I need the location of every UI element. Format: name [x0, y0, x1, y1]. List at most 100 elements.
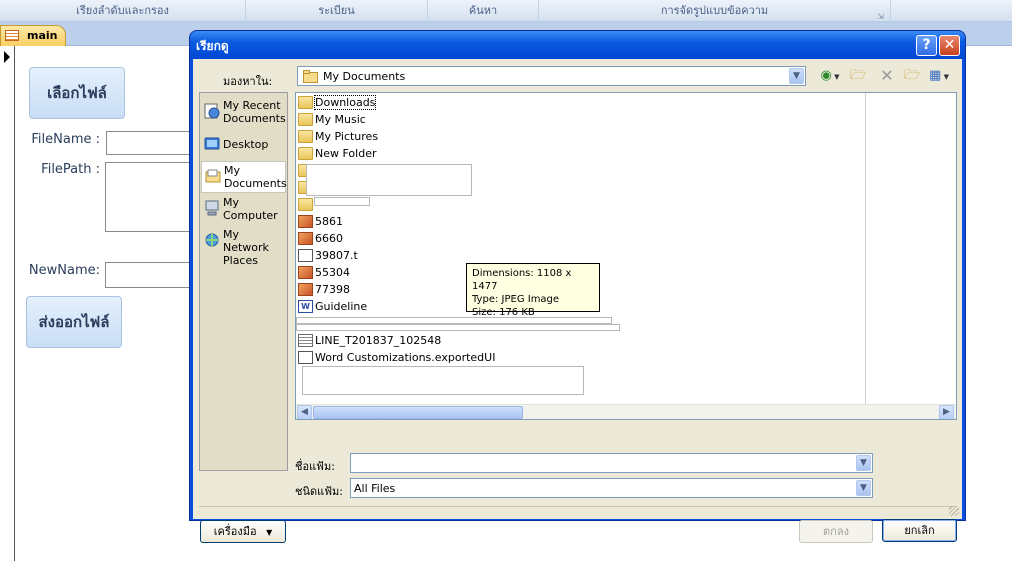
preview-pane-divider	[865, 93, 866, 404]
image-file-icon	[298, 282, 313, 296]
ribbon-group-find: ค้นหา	[428, 0, 539, 22]
scroll-left-button[interactable]: ◀	[297, 405, 312, 419]
music-folder-icon	[298, 112, 313, 126]
folder-icon	[298, 146, 313, 160]
filepath-field[interactable]	[105, 162, 195, 232]
list-item[interactable]: My Music	[298, 111, 366, 128]
dropdown-arrow-icon: ▼	[831, 73, 840, 81]
chevron-down-icon[interactable]: ▼	[789, 68, 804, 84]
place-label: My Documents	[224, 164, 287, 190]
tools-button-label: เครื่องมือ	[213, 525, 257, 538]
my-computer-icon	[205, 200, 219, 216]
file-name: My Music	[315, 113, 366, 126]
image-file-icon	[298, 214, 313, 228]
look-in-dropdown[interactable]: My Documents ▼	[297, 66, 806, 86]
chevron-down-icon[interactable]: ▼	[856, 455, 871, 471]
place-my-documents[interactable]: My Documents	[201, 161, 287, 193]
tooltip-type: Type: JPEG Image	[472, 294, 560, 305]
list-item[interactable]	[298, 196, 315, 213]
list-item[interactable]: 5861	[298, 213, 343, 230]
place-desktop[interactable]: Desktop	[201, 130, 286, 162]
select-file-button[interactable]: เลือกไฟล์	[29, 67, 125, 119]
ok-button[interactable]: ตกลง	[799, 520, 873, 543]
file-info-tooltip: Dimensions: 1108 x 1477 Type: JPEG Image…	[466, 263, 600, 318]
dropdown-arrow-icon: ▼	[266, 528, 273, 537]
file-type-select[interactable]: All Files ▼	[350, 478, 873, 498]
list-item[interactable]: My Pictures	[298, 128, 378, 145]
tab-main-label: main	[27, 29, 58, 42]
file-name: 6660	[315, 232, 343, 245]
place-label: Desktop	[223, 138, 269, 151]
help-button[interactable]: ?	[916, 35, 937, 56]
generic-file-icon	[298, 248, 313, 262]
dialog-title-bar[interactable]: เรียกดู ? ✕	[190, 31, 965, 59]
image-file-icon	[298, 231, 313, 245]
file-name-input[interactable]: ▼	[350, 453, 873, 473]
list-item[interactable]: 6660	[298, 230, 343, 247]
up-one-level-button[interactable]: 🗁	[848, 67, 868, 85]
list-item[interactable]: LINE_T201837_102548	[298, 332, 441, 349]
views-menu-button[interactable]: ▦ ▼	[926, 67, 952, 85]
places-bar: My Recent Documents Desktop My Documents…	[199, 92, 288, 471]
new-folder-icon: 🗁	[903, 68, 921, 83]
ribbon-group-records: ระเบียน	[246, 0, 428, 22]
delete-icon: ✕	[880, 66, 894, 85]
recent-documents-icon	[204, 103, 220, 119]
file-name: LINE_T201837_102548	[315, 334, 442, 347]
filename-field[interactable]	[106, 131, 196, 155]
resize-grip-icon[interactable]	[949, 506, 959, 516]
folder-icon	[298, 95, 313, 109]
text-file-icon	[298, 333, 313, 347]
list-item[interactable]: New Folder	[298, 145, 376, 162]
list-item[interactable]: Downloads	[298, 94, 377, 111]
place-my-computer[interactable]: My Computer	[201, 194, 286, 226]
file-type-label: ชนิดแฟ้ม:	[295, 485, 343, 498]
newname-label: NewName:	[28, 263, 100, 278]
delete-button[interactable]: ✕	[878, 67, 896, 85]
back-button[interactable]: ◉ ▼	[817, 67, 843, 85]
look-in-value: My Documents	[323, 70, 406, 83]
separator	[199, 506, 956, 507]
horizontal-scrollbar[interactable]: ◀ ▶	[296, 404, 956, 419]
place-my-recent-documents[interactable]: My Recent Documents	[201, 97, 286, 129]
export-file-button[interactable]: ส่งออกไฟล์	[26, 296, 122, 348]
list-item[interactable]: 39807.t	[298, 247, 358, 264]
ribbon-group-labels: เรียงลำดับและกรอง ระเบียน ค้นหา การจัดรู…	[0, 0, 1012, 22]
list-item[interactable]: W Guideline	[298, 298, 367, 315]
file-name: 5861	[315, 215, 343, 228]
filepath-label: FilePath :	[41, 162, 100, 177]
word-document-icon: W	[298, 299, 313, 313]
blank-overlay-box	[302, 366, 584, 395]
file-name: 55304	[315, 266, 350, 279]
new-folder-button[interactable]: 🗁	[902, 67, 922, 85]
chevron-down-icon[interactable]: ▼	[856, 480, 871, 496]
network-places-icon	[205, 233, 219, 247]
pictures-folder-icon	[298, 129, 313, 143]
scrollbar-thumb[interactable]	[313, 406, 523, 419]
file-type-value: All Files	[354, 482, 396, 495]
tab-main[interactable]: main	[0, 25, 66, 46]
place-my-network-places[interactable]: My Network Places	[201, 226, 286, 267]
record-selector[interactable]	[0, 46, 15, 561]
dialog-title: เรียกดู	[196, 39, 229, 53]
place-label: My Recent Documents	[223, 99, 286, 125]
image-file-icon	[298, 265, 313, 279]
list-item[interactable]: Word Customizations.exportedUI	[298, 349, 495, 366]
list-item[interactable]: 77398	[298, 281, 350, 298]
list-item[interactable]: 55304	[298, 264, 350, 281]
file-name: Guideline	[315, 300, 368, 313]
ribbon-group-sort-filter: เรียงลำดับและกรอง	[0, 0, 246, 22]
tooltip-size: Size: 176 KB	[472, 307, 535, 318]
file-name: Downloads	[313, 95, 377, 110]
form-icon	[5, 30, 19, 41]
newname-field[interactable]	[105, 262, 195, 288]
file-list[interactable]: Downloads My Music My Pictures New Folde…	[295, 92, 957, 420]
views-icon: ▦	[929, 68, 942, 83]
close-button[interactable]: ✕	[939, 35, 960, 56]
cancel-button[interactable]: ยกเลิก	[882, 519, 957, 542]
desktop-icon	[204, 137, 220, 150]
generic-file-icon	[298, 350, 313, 364]
scroll-right-button[interactable]: ▶	[939, 405, 954, 419]
ribbon-group-text-formatting: การจัดรูปแบบข้อความ ⇲	[539, 0, 891, 22]
tools-button[interactable]: เครื่องมือ ▼	[200, 520, 286, 543]
